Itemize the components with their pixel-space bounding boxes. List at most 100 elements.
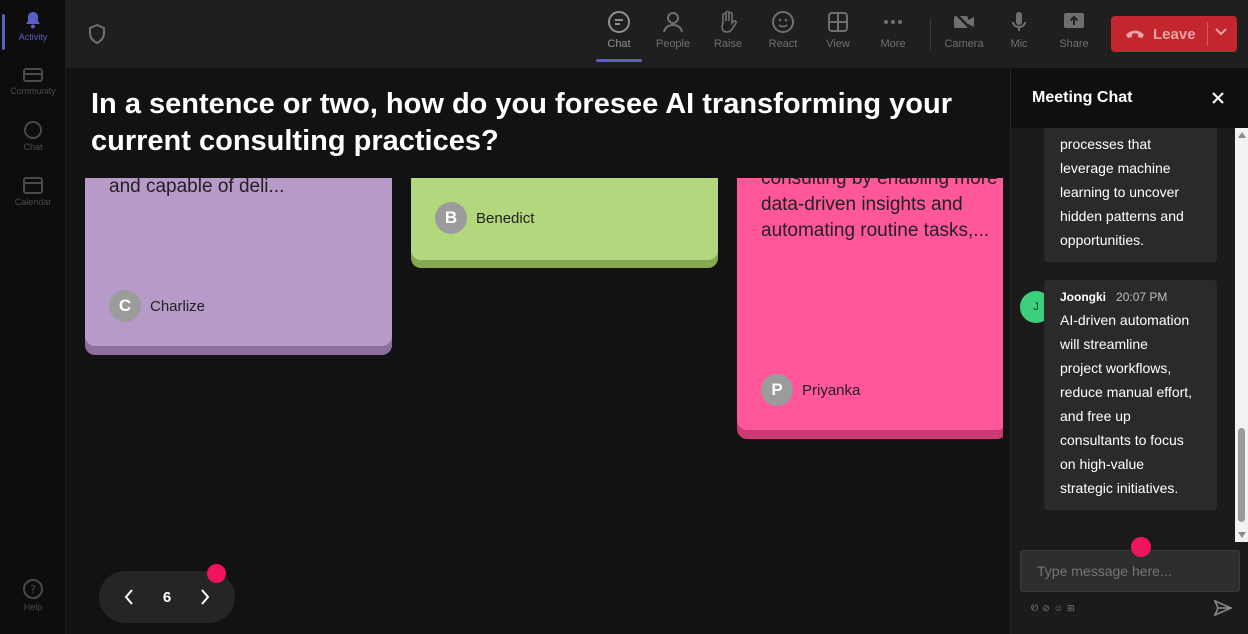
message-line: leverage machine [1060, 160, 1171, 176]
message-sender: Joongki [1060, 290, 1107, 304]
scroll-up-arrow[interactable] [1238, 132, 1246, 138]
response-card-charlize[interactable]: and capable of deli... C Charlize [85, 178, 392, 346]
more-dots-icon [884, 20, 902, 24]
more-button-label: More [880, 38, 906, 50]
people-button[interactable]: People [648, 10, 698, 50]
share-button[interactable]: Share [1049, 10, 1099, 50]
rail-label-chat: Chat [23, 142, 43, 152]
notification-dot [207, 564, 226, 583]
leave-button[interactable]: Leave [1111, 16, 1237, 52]
author-name: Benedict [476, 209, 535, 227]
message-line: project workflows, [1060, 360, 1172, 376]
meeting-toolbar: Chat People Raise React View More Camera… [66, 0, 1248, 68]
share-screen-icon [1064, 13, 1084, 28]
message-meta: Joongki 20:07 PM [1060, 286, 1201, 308]
message-line: hidden patterns and [1060, 208, 1184, 224]
people-button-label: People [655, 38, 691, 50]
message-line: on high-value [1060, 456, 1145, 472]
message-line: reduce manual effort, [1060, 384, 1193, 400]
emoji-icon[interactable]: ☺ [1054, 603, 1063, 614]
card-author: P Priyanka [761, 374, 860, 406]
scroll-thumb[interactable] [1238, 428, 1245, 522]
author-name: Priyanka [802, 381, 861, 399]
rail-item-community[interactable]: Community [0, 66, 66, 96]
microphone-icon [1012, 12, 1026, 31]
rail-item-activity[interactable]: Activity [0, 10, 66, 50]
svg-text:?: ? [30, 583, 36, 596]
chevron-down-icon[interactable] [1215, 28, 1227, 36]
close-icon[interactable] [1211, 91, 1225, 105]
formatting-tools: Ꮼ ⊘ ☺ ⊞ [1031, 603, 1075, 614]
card-text: and capable of deli... [109, 178, 285, 197]
card-text-line: automating routine tasks,... [761, 220, 990, 241]
format-icon[interactable]: Ꮼ [1031, 603, 1038, 614]
camera-off-icon [954, 12, 974, 32]
card-text-line: consulting by enabling more [761, 178, 998, 189]
chat-message: processes that leverage machine learning… [1044, 128, 1217, 262]
response-card-priyanka[interactable]: consulting by enabling more data-driven … [737, 178, 1003, 430]
shield-icon[interactable] [88, 24, 106, 44]
avatar: P [761, 374, 793, 406]
chat-messages[interactable]: processes that leverage machine learning… [1011, 128, 1248, 542]
camera-button-label: Camera [944, 38, 984, 50]
message-line: AI-driven automation [1060, 312, 1190, 328]
more-button[interactable]: More [868, 10, 918, 50]
message-input[interactable] [1020, 550, 1240, 592]
chat-scrollbar[interactable] [1235, 128, 1248, 542]
response-cards: and capable of deli... C Charlize B Bene… [66, 178, 1003, 578]
message-time: 20:07 PM [1116, 290, 1168, 304]
avatar-initial: J [1033, 301, 1039, 313]
chevron-right-icon[interactable] [199, 588, 211, 606]
message-line: consultants to focus [1060, 432, 1184, 448]
chat-title: Meeting Chat [1032, 89, 1133, 106]
hang-up-icon [1126, 30, 1144, 38]
chat-icon [24, 121, 42, 139]
meeting-chat-panel: Meeting Chat processes that leverage mac… [1010, 68, 1248, 634]
rail-label-calendar: Calendar [14, 197, 52, 207]
people-icon [663, 12, 683, 33]
message-line: opportunities. [1060, 232, 1145, 248]
attach-icon[interactable]: ⊘ [1042, 603, 1050, 614]
share-button-label: Share [1059, 38, 1089, 50]
whiteboard-stage: In a sentence or two, how do you foresee… [66, 68, 1010, 634]
view-button[interactable]: View [813, 10, 863, 50]
chat-header: Meeting Chat [1011, 68, 1248, 128]
chat-button[interactable]: Chat [594, 10, 644, 62]
page-number: 6 [162, 588, 172, 606]
author-name: Charlize [150, 297, 206, 315]
chat-message: Joongki 20:07 PM AI-driven automation wil… [1044, 280, 1217, 510]
send-icon[interactable] [1214, 600, 1232, 616]
chevron-left-icon[interactable] [123, 588, 135, 606]
raise-hand-button[interactable]: Raise [703, 10, 753, 50]
response-card-benedict[interactable]: B Benedict [411, 178, 718, 260]
left-rail: Activity Community Chat Calendar ? Help [0, 0, 66, 634]
chat-button-label: Chat [607, 38, 631, 50]
rail-label-community: Community [10, 86, 56, 96]
avatar: B [435, 202, 467, 234]
rail-item-chat[interactable]: Chat [0, 120, 66, 152]
rail-label-activity: Activity [18, 32, 48, 42]
message-line: learning to uncover [1060, 184, 1180, 200]
react-button[interactable]: React [758, 10, 808, 50]
leave-split-divider [1207, 22, 1208, 46]
community-icon [23, 68, 43, 82]
avatar: C [109, 290, 141, 322]
calendar-icon [23, 177, 43, 194]
leave-button-label: Leave [1153, 25, 1196, 43]
toolbar-divider [930, 18, 931, 50]
rail-item-calendar[interactable]: Calendar [0, 175, 66, 207]
gif-icon[interactable]: ⊞ [1067, 603, 1075, 614]
scroll-down-arrow[interactable] [1238, 532, 1246, 538]
card-author: C Charlize [109, 290, 205, 322]
mic-button-label: Mic [1010, 38, 1028, 50]
card-text-line: data-driven insights and [761, 194, 963, 215]
bell-icon [26, 12, 40, 29]
hand-icon [721, 10, 737, 33]
camera-button[interactable]: Camera [939, 10, 989, 50]
mic-button[interactable]: Mic [994, 10, 1044, 50]
message-line: and free up [1060, 408, 1131, 424]
message-line: will streamline [1060, 336, 1148, 352]
view-button-label: View [826, 38, 850, 50]
rail-label-help: Help [23, 602, 43, 612]
rail-item-help[interactable]: ? Help [0, 578, 66, 612]
